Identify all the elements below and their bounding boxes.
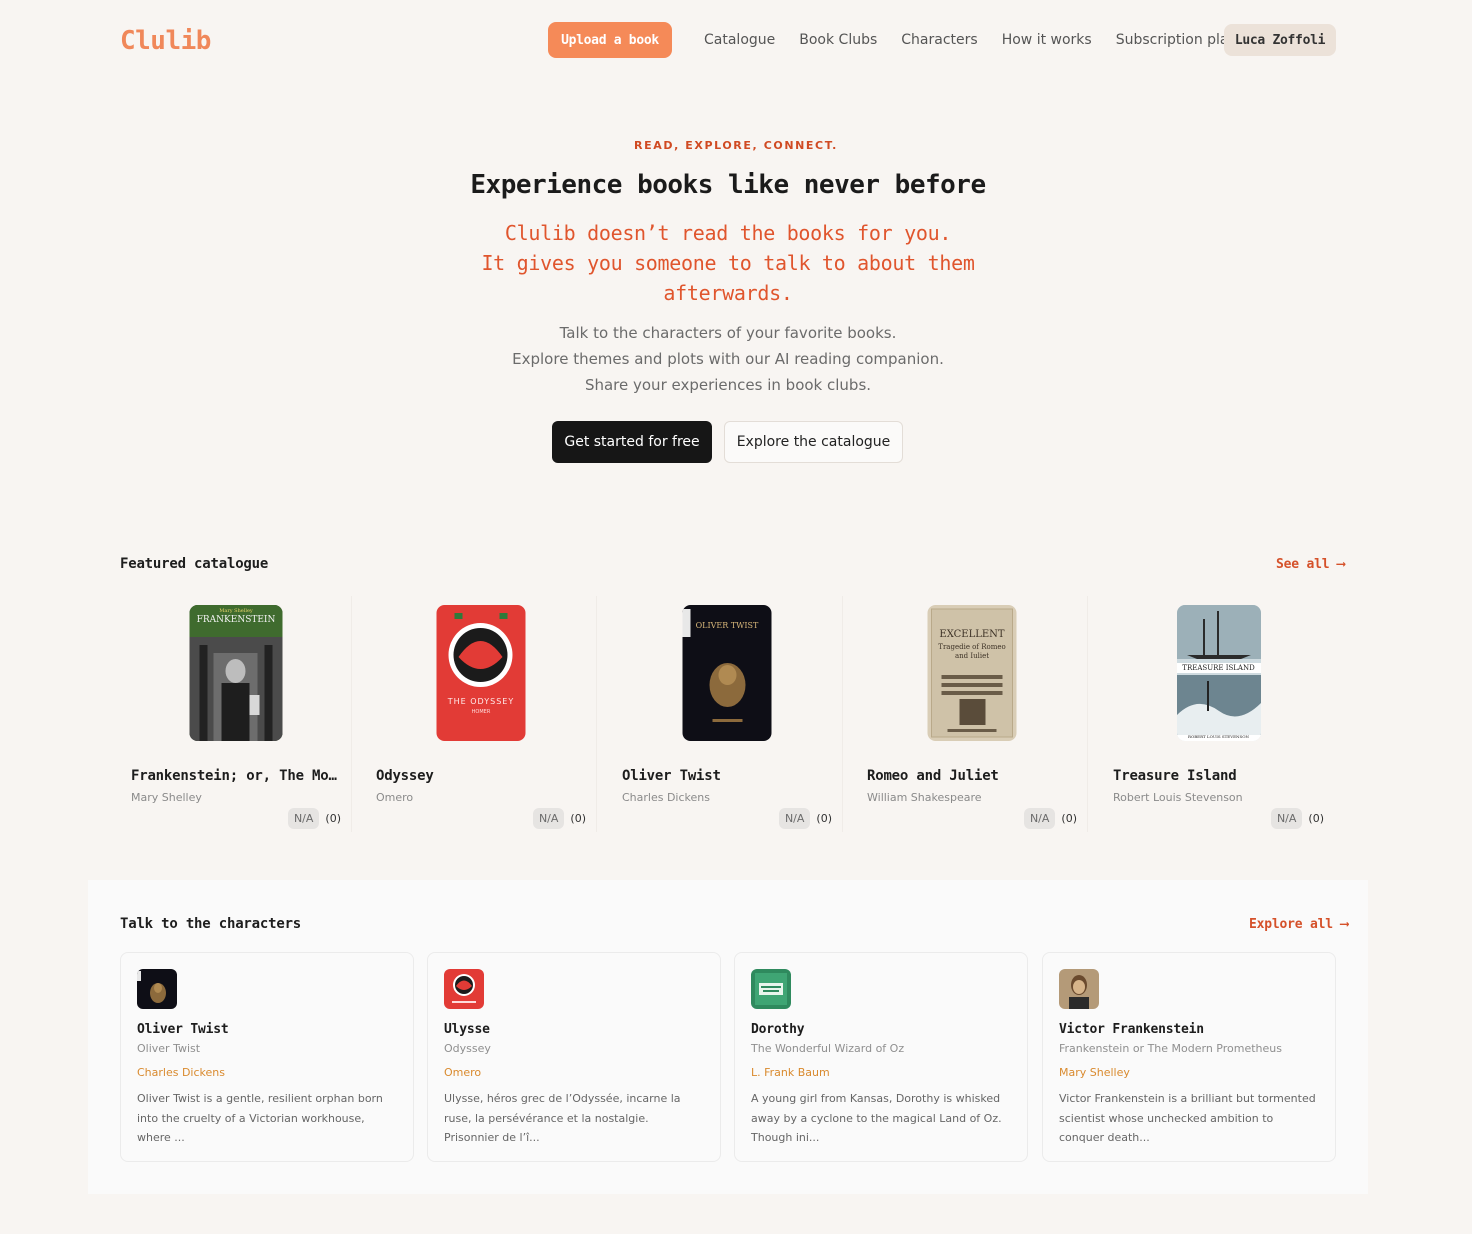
book-author: William Shakespeare (867, 791, 982, 804)
book-cover-treasure-island[interactable]: TREASURE ISLAND ROBERT LOUIS STEVENSON (1176, 605, 1261, 741)
character-card[interactable]: Victor Frankenstein Frankenstein or The … (1042, 952, 1336, 1162)
get-started-button[interactable]: Get started for free (552, 421, 712, 463)
book-title[interactable]: Romeo and Juliet (867, 768, 1081, 784)
character-name: Victor Frankenstein (1059, 1022, 1204, 1037)
book-rating: N/A (0) (1023, 808, 1077, 829)
rating-badge: N/A (1023, 808, 1056, 829)
cover-top-text: Mary Shelley (219, 608, 253, 614)
explore-all-link[interactable]: Explore all ⟶ (1249, 917, 1348, 932)
character-description: A young girl from Kansas, Dorothy is whi… (751, 1092, 1002, 1144)
user-menu-button[interactable]: Luca Zoffoli (1224, 24, 1336, 56)
book-title[interactable]: Odyssey (376, 768, 590, 784)
see-all-link[interactable]: See all ⟶ (1276, 557, 1345, 572)
rating-count: (0) (570, 812, 586, 825)
book-cover-odyssey[interactable]: THE ODYSSEY HOMER (436, 605, 526, 741)
upload-book-button[interactable]: Upload a book (548, 22, 672, 58)
book-card[interactable]: OLIVER TWIST Oliver Twist Charles Dicken… (612, 596, 843, 832)
featured-catalogue-title: Featured catalogue (120, 556, 269, 572)
book-rating: N/A (0) (532, 808, 586, 829)
top-navigation: Clulib Upload a book Catalogue Book Club… (0, 0, 1472, 80)
rating-count: (0) (1061, 812, 1077, 825)
cover-title-text: FRANKENSTEIN (196, 615, 276, 625)
hero-eyebrow: READ, EXPLORE, CONNECT. (634, 139, 838, 152)
book-author: Robert Louis Stevenson (1113, 791, 1243, 804)
character-avatar (137, 969, 177, 1009)
character-book: The Wonderful Wizard of Oz (751, 1042, 905, 1055)
book-card[interactable]: THE ODYSSEY HOMER Odyssey Omero N/A (0) (366, 596, 597, 832)
explore-catalogue-button[interactable]: Explore the catalogue (724, 421, 903, 463)
book-rating: N/A (0) (778, 808, 832, 829)
character-avatar (751, 969, 791, 1009)
hero-tagline: Clulib doesn’t read the books for you. I… (470, 218, 986, 308)
hero-tagline-line-1: Clulib doesn’t read the books for you. (504, 221, 952, 245)
hero-headline: Experience books like never before (470, 170, 986, 200)
character-book: Odyssey (444, 1042, 491, 1055)
character-card[interactable]: Ulysse Odyssey Omero Ulysse, héros grec … (427, 952, 721, 1162)
character-card[interactable]: Dorothy The Wonderful Wizard of Oz L. Fr… (734, 952, 1028, 1162)
rating-count: (0) (1308, 812, 1324, 825)
book-title[interactable]: Oliver Twist (622, 768, 836, 784)
nav-link-characters[interactable]: Characters (901, 30, 977, 50)
rating-badge: N/A (1270, 808, 1303, 829)
character-card[interactable]: Oliver Twist Oliver Twist Charles Dicken… (120, 952, 414, 1162)
hero-subtext-line-3: Share your experiences in book clubs. (584, 376, 872, 394)
rating-count: (0) (816, 812, 832, 825)
nav-link-how-it-works[interactable]: How it works (1002, 30, 1092, 50)
nav-link-catalogue[interactable]: Catalogue (704, 30, 775, 50)
cover-title-text: OLIVER TWIST (695, 621, 759, 630)
cover-top-text: ROBERT LOUIS STEVENSON (1187, 734, 1250, 739)
character-author: Charles Dickens (137, 1066, 225, 1079)
hero-tagline-line-2: It gives you someone to talk to about th… (481, 251, 975, 305)
rating-count: (0) (325, 812, 341, 825)
nav-link-book-clubs[interactable]: Book Clubs (799, 30, 877, 50)
character-description: Ulysse, héros grec de l’Odyssée, incarne… (444, 1092, 681, 1144)
book-cover-oliver-twist[interactable]: OLIVER TWIST (682, 605, 772, 741)
hero-subtext-line-1: Talk to the characters of your favorite … (559, 324, 897, 342)
character-description: Oliver Twist is a gentle, resilient orph… (137, 1092, 383, 1144)
character-avatar (1059, 969, 1099, 1009)
character-author: Mary Shelley (1059, 1066, 1130, 1079)
character-description: Victor Frankenstein is a brilliant but t… (1059, 1092, 1316, 1144)
character-author: Omero (444, 1066, 482, 1079)
clulib-logo[interactable]: Clulib (120, 26, 211, 56)
cover-top-text: Tragedie of Romeo and Iuliet (938, 643, 1006, 660)
book-card[interactable]: Mary Shelley FRANKENSTEIN Frankenstein; … (121, 596, 352, 832)
character-name: Ulysse (444, 1022, 490, 1037)
book-cover-frankenstein[interactable]: Mary Shelley FRANKENSTEIN (189, 605, 283, 741)
cover-top-text: HOMER (471, 709, 491, 715)
hero-subtext-line-2: Explore themes and plots with our AI rea… (512, 350, 944, 368)
book-rating: N/A (0) (287, 808, 341, 829)
character-name: Dorothy (751, 1022, 805, 1037)
book-author: Omero (376, 791, 414, 804)
character-book: Oliver Twist (137, 1042, 201, 1055)
cover-title-text: EXCELLENT (939, 629, 1005, 640)
character-avatar (444, 969, 484, 1009)
book-title[interactable]: Treasure Island (1113, 768, 1327, 784)
book-author: Charles Dickens (622, 791, 710, 804)
hero-subtext: Talk to the characters of your favorite … (0, 320, 1456, 398)
talk-to-characters-title: Talk to the characters (120, 916, 302, 932)
cover-title-text: THE ODYSSEY (447, 697, 515, 706)
nav-links: Catalogue Book Clubs Characters How it w… (704, 30, 1245, 50)
character-name: Oliver Twist (137, 1022, 229, 1037)
rating-badge: N/A (778, 808, 811, 829)
book-author: Mary Shelley (131, 791, 202, 804)
book-title[interactable]: Frankenstein; or, The Modern Prometheus (131, 768, 345, 784)
rating-badge: N/A (287, 808, 320, 829)
character-book: Frankenstein or The Modern Prometheus (1059, 1042, 1282, 1055)
book-card[interactable]: EXCELLENT Tragedie of Romeo and Iuliet R… (857, 596, 1088, 832)
character-author: L. Frank Baum (751, 1066, 830, 1079)
book-cover-romeo-and-juliet[interactable]: EXCELLENT Tragedie of Romeo and Iuliet (927, 605, 1017, 741)
book-card[interactable]: TREASURE ISLAND ROBERT LOUIS STEVENSON T… (1103, 596, 1334, 832)
rating-badge: N/A (532, 808, 565, 829)
cover-title-text: TREASURE ISLAND (1176, 663, 1261, 673)
book-rating: N/A (0) (1270, 808, 1324, 829)
